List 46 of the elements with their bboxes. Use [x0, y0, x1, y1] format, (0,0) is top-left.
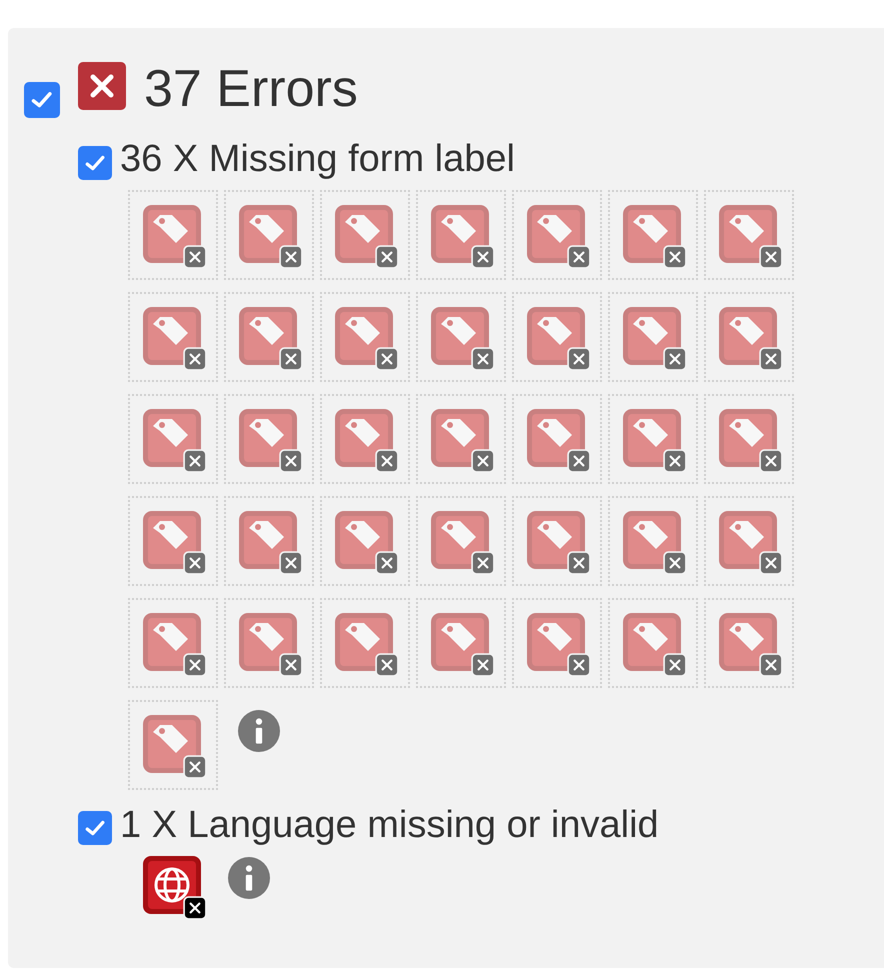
- tag-icon[interactable]: [526, 204, 588, 266]
- tag-icon[interactable]: [142, 714, 204, 776]
- tag-icon[interactable]: [142, 510, 204, 572]
- tag-icon[interactable]: [142, 612, 204, 674]
- tag-icon[interactable]: [526, 510, 588, 572]
- error-icon: [78, 62, 126, 110]
- tag-icon[interactable]: [430, 306, 492, 368]
- tag-icon[interactable]: [238, 204, 300, 266]
- checkbox[interactable]: [24, 82, 60, 118]
- tag-icon[interactable]: [142, 204, 204, 266]
- tag-icon[interactable]: [622, 306, 684, 368]
- tag-icon[interactable]: [526, 306, 588, 368]
- errors-title: 37 Errors: [144, 63, 358, 115]
- checkbox[interactable]: [78, 811, 112, 846]
- globe-icon[interactable]: [142, 855, 204, 917]
- tag-icon[interactable]: [718, 408, 780, 470]
- tag-icon[interactable]: [334, 204, 396, 266]
- tag-icon[interactable]: [238, 612, 300, 674]
- tag-icon[interactable]: [142, 408, 204, 470]
- tag-icon[interactable]: [430, 612, 492, 674]
- tag-icon[interactable]: [334, 612, 396, 674]
- tag-icon[interactable]: [430, 510, 492, 572]
- error-group-label: 36 X Missing form label: [120, 137, 515, 182]
- tag-icon[interactable]: [526, 612, 588, 674]
- tag-icon[interactable]: [526, 408, 588, 470]
- tag-icon[interactable]: [334, 306, 396, 368]
- tag-icon[interactable]: [334, 510, 396, 572]
- tag-icon[interactable]: [622, 612, 684, 674]
- tag-icon[interactable]: [718, 306, 780, 368]
- tag-icon[interactable]: [430, 408, 492, 470]
- tag-icon[interactable]: [430, 204, 492, 266]
- tag-icon[interactable]: [238, 306, 300, 368]
- tag-icon[interactable]: [238, 408, 300, 470]
- tag-icon[interactable]: [622, 204, 684, 266]
- tag-icon[interactable]: [622, 510, 684, 572]
- checkbox[interactable]: [78, 146, 112, 180]
- tag-icon[interactable]: [334, 408, 396, 470]
- tag-icon[interactable]: [142, 306, 204, 368]
- tag-icon[interactable]: [718, 612, 780, 674]
- info-icon[interactable]: [228, 857, 270, 899]
- tag-icon[interactable]: [718, 204, 780, 266]
- tag-icon[interactable]: [718, 510, 780, 572]
- tag-icon[interactable]: [622, 408, 684, 470]
- tag-icon[interactable]: [238, 510, 300, 572]
- info-icon[interactable]: [238, 710, 280, 752]
- error-group-label: 1 X Language missing or invalid: [120, 802, 659, 848]
